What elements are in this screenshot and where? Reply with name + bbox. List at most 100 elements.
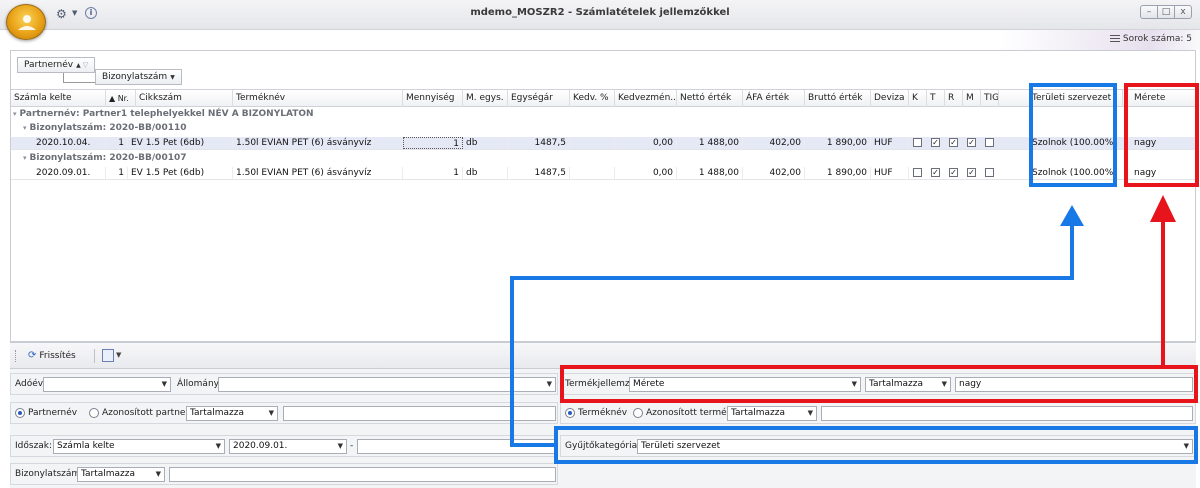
group-chip-partner[interactable]: Partnernév ▲ ▽ xyxy=(17,57,96,73)
checkbox-r[interactable]: ✓ xyxy=(949,168,958,177)
col-egysegar[interactable]: Egységár xyxy=(508,90,570,107)
partner-search-input[interactable] xyxy=(283,406,556,421)
col-m[interactable]: M xyxy=(963,90,981,107)
col-afa[interactable]: ÁFA érték xyxy=(743,90,805,107)
checkbox-k[interactable] xyxy=(913,168,922,177)
cell-qty: 1 xyxy=(403,167,463,179)
product-name-radio-label: Terméknév xyxy=(578,408,628,418)
filter-icon[interactable]: ▽ xyxy=(83,61,88,69)
filter-row-category: Gyűjtőkategória: Területi szervezet ▼ xyxy=(560,435,1196,457)
cell-date: 2020.09.01. xyxy=(33,167,106,179)
product-search-input[interactable] xyxy=(821,406,1193,421)
cell-currency: HUF xyxy=(871,137,909,149)
table-row[interactable]: 2020.09.01. 1 EV 1.5 Pet (6db) 1.50l EVI… xyxy=(11,167,1195,180)
checkbox-m[interactable]: ✓ xyxy=(967,168,976,177)
col-teruleti-szervezet[interactable]: Területi szervezet xyxy=(1029,90,1123,107)
document-search-input[interactable] xyxy=(169,467,556,482)
col-mennyiseg[interactable]: Mennyiség xyxy=(403,90,463,107)
checkbox-t[interactable]: ✓ xyxy=(931,138,940,147)
col-termeknev[interactable]: Terméknév xyxy=(233,90,403,107)
cell-net: 1 488,00 xyxy=(677,167,743,179)
cell-sku: EV 1.5 Pet (6db) xyxy=(128,137,233,149)
checkbox-r[interactable]: ✓ xyxy=(949,138,958,147)
cell-discount: 0,00 xyxy=(615,167,677,179)
checkbox-t[interactable]: ✓ xyxy=(931,168,940,177)
ado-select[interactable]: ▼ xyxy=(43,377,171,392)
date-separator: - xyxy=(350,441,354,451)
group-row-doc1[interactable]: ▾ Bizonylatszám: 2020-BB/00110 xyxy=(23,123,187,134)
minimize-button[interactable]: – xyxy=(1140,5,1158,19)
col-tig[interactable]: TIG xyxy=(981,90,999,107)
col-netto[interactable]: Nettó érték xyxy=(677,90,743,107)
product-attr-select[interactable]: Mérete ▼ xyxy=(629,377,861,392)
refresh-button[interactable]: ⟳ Frissítés xyxy=(28,350,76,361)
title-bar: ⚙ ▼ i mdemo_MOSZR2 - Számlatételek jelle… xyxy=(0,0,1200,30)
refresh-label: Frissítés xyxy=(39,351,76,361)
app-menu-orb-icon[interactable] xyxy=(6,4,46,40)
partner-match-select[interactable]: Tartalmazza ▼ xyxy=(186,406,278,421)
product-name-radio[interactable] xyxy=(565,408,575,418)
document-match-select[interactable]: Tartalmazza ▼ xyxy=(77,467,165,482)
chevron-down-icon: ▼ xyxy=(941,380,947,388)
col-kedvezmeny[interactable]: Kedvezmén... xyxy=(615,90,677,107)
checkbox-tig[interactable] xyxy=(985,168,994,177)
col-k[interactable]: K xyxy=(909,90,927,107)
checkbox-tig[interactable] xyxy=(985,138,994,147)
collapse-icon[interactable]: ▾ xyxy=(23,154,27,162)
filter-row-period: Időszak: Számla kelte ▼ 2020.09.01. ▼ - xyxy=(10,435,558,457)
col-m-egys[interactable]: M. egys. xyxy=(463,90,508,107)
category-label: Gyűjtőkategória: xyxy=(565,441,641,451)
group-chip-document[interactable]: Bizonylatszám ▼ xyxy=(95,69,182,85)
product-attr-text-input[interactable]: nagy xyxy=(955,377,1193,392)
refresh-icon: ⟳ xyxy=(28,350,37,361)
identified-product-radio[interactable] xyxy=(633,408,643,418)
chevron-down-icon: ▼ xyxy=(337,442,343,450)
allomany-label: Állomány: xyxy=(177,379,222,389)
category-value: Területi szervezet xyxy=(641,441,721,451)
date-to-input[interactable] xyxy=(357,439,556,454)
group-row-partner[interactable]: ▾ Partnernév: Partner1 telephelyekkel NÉV… xyxy=(13,109,314,120)
checkbox-k[interactable] xyxy=(913,138,922,147)
col-nr[interactable]: ▲ Nr. xyxy=(106,90,136,107)
collapse-icon[interactable]: ▾ xyxy=(23,124,27,132)
close-button[interactable]: x xyxy=(1174,5,1192,19)
identified-partner-radio[interactable] xyxy=(89,408,99,418)
maximize-button[interactable]: □ xyxy=(1157,5,1175,19)
identified-product-radio-label: Azonosított termék xyxy=(646,408,732,418)
col-r[interactable]: R xyxy=(945,90,963,107)
export-icon[interactable] xyxy=(102,349,114,362)
col-deviza[interactable]: Deviza xyxy=(871,90,909,107)
chevron-down-icon: ▼ xyxy=(215,442,221,450)
col-szamla-kelte[interactable]: Számla kelte xyxy=(11,90,106,107)
toolbar-grip[interactable] xyxy=(15,350,17,362)
cell-qty[interactable]: 1 xyxy=(403,137,463,149)
allomany-select[interactable]: ▼ xyxy=(218,377,556,392)
col-brutto[interactable]: Bruttó érték xyxy=(805,90,871,107)
period-field-select[interactable]: Számla kelte ▼ xyxy=(53,439,225,454)
partner-name-radio[interactable] xyxy=(15,408,25,418)
col-t[interactable]: T xyxy=(927,90,945,107)
cell-gross: 1 890,00 xyxy=(805,167,871,179)
collapse-icon[interactable]: ▾ xyxy=(13,110,17,118)
cell-vat: 402,00 xyxy=(743,137,805,149)
col-kedv-pct[interactable]: Kedv. % xyxy=(570,90,615,107)
product-attr-match-select[interactable]: Tartalmazza ▼ xyxy=(865,377,951,392)
date-from-value: 2020.09.01. xyxy=(233,441,288,451)
group-chip-partner-label: Partnernév xyxy=(24,60,74,70)
date-from-input[interactable]: 2020.09.01. ▼ xyxy=(229,439,347,454)
export-dropdown-icon[interactable]: ▼ xyxy=(116,351,121,359)
col-cikkszam[interactable]: Cikkszám xyxy=(136,90,233,107)
group-row-doc2[interactable]: ▾ Bizonylatszám: 2020-BB/00107 xyxy=(23,153,187,164)
col-merete[interactable]: Mérete xyxy=(1131,90,1195,107)
table-row[interactable]: 2020.10.04. 1 EV 1.5 Pet (6db) 1.50l EVI… xyxy=(11,137,1195,150)
identified-partner-radio-label: Azonosított partner xyxy=(102,408,190,418)
category-select[interactable]: Területi szervezet ▼ xyxy=(637,439,1193,454)
cell-region: Szolnok (100.00%) xyxy=(1029,167,1127,179)
product-match-select[interactable]: Tartalmazza ▼ xyxy=(727,406,817,421)
cell-kedv-pct xyxy=(570,137,615,149)
cell-sku: EV 1.5 Pet (6db) xyxy=(128,167,233,179)
checkbox-m[interactable]: ✓ xyxy=(967,138,976,147)
data-grid: Partnernév ▲ ▽ Bizonylatszám ▼ Számla kelte… xyxy=(10,50,1196,342)
sort-asc-icon: ▲ xyxy=(76,62,81,69)
document-match-value: Tartalmazza xyxy=(81,469,136,479)
